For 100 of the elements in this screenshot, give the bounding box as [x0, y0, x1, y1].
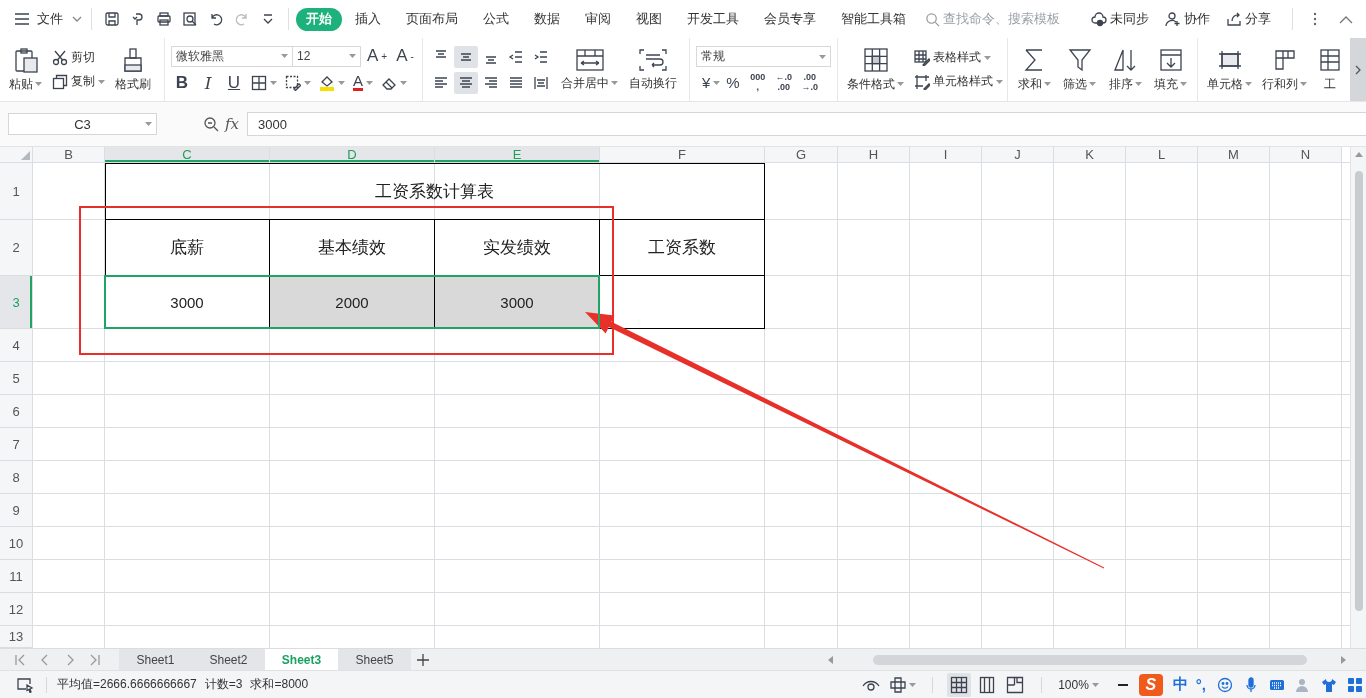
column-header[interactable]: H — [838, 147, 910, 163]
column-header[interactable]: M — [1198, 147, 1270, 163]
sheet-tab[interactable]: Sheet1 — [119, 649, 192, 670]
punctuation-mode[interactable]: °, — [1195, 676, 1206, 693]
format-painter-button[interactable]: 格式刷 — [112, 46, 154, 93]
scroll-thumb[interactable] — [1354, 171, 1363, 611]
align-center-button[interactable] — [454, 71, 478, 94]
zoom-level-button[interactable]: 100% — [1056, 676, 1101, 693]
row-header[interactable]: 2 — [0, 220, 33, 276]
collaborate-button[interactable]: 协作 — [1163, 9, 1212, 29]
shirt-icon[interactable] — [1321, 676, 1337, 693]
filter-button[interactable]: 筛选 — [1060, 46, 1100, 93]
ribbon-tab[interactable]: 公式 — [471, 7, 521, 31]
cell-grid[interactable]: B C D E F G H I J K L M N 1 2 3 4 5 6 7 8 9 10 11 12 13 工资系数计算表 底薪 基本绩效 实发绩效 工资系数 3000 2000 3000 — [0, 147, 1350, 648]
percent-button[interactable]: % — [724, 73, 742, 92]
underline-button[interactable]: U — [223, 71, 245, 94]
currency-button[interactable]: ¥ — [700, 73, 723, 92]
row-header[interactable]: 7 — [0, 428, 33, 461]
align-middle-button[interactable] — [454, 45, 478, 68]
row-header[interactable]: 12 — [0, 593, 33, 626]
column-header[interactable]: G — [765, 147, 838, 163]
function-label[interactable]: fx — [225, 115, 239, 133]
number-format-field[interactable]: 常规 — [696, 46, 831, 67]
font-size-field[interactable]: 12 — [292, 45, 361, 67]
scroll-left-icon[interactable] — [828, 655, 833, 664]
thousands-button[interactable]: 000 , — [745, 72, 770, 93]
row-header[interactable]: 1 — [0, 163, 33, 220]
sum-button[interactable]: 求和 — [1014, 46, 1054, 93]
ribbon-tab[interactable]: 数据 — [522, 7, 572, 31]
ribbon-tab[interactable]: 智能工具箱 — [829, 7, 918, 31]
column-header[interactable]: L — [1126, 147, 1198, 163]
print-icon[interactable] — [156, 11, 172, 27]
ribbon-tab[interactable]: 开发工具 — [675, 7, 751, 31]
row-header[interactable]: 6 — [0, 395, 33, 428]
scroll-right-icon[interactable] — [1341, 655, 1346, 664]
font-color-button[interactable]: A — [351, 73, 375, 92]
share-button[interactable]: 分享 — [1224, 9, 1273, 29]
row-header[interactable]: 8 — [0, 461, 33, 494]
more-icon[interactable] — [1312, 11, 1318, 27]
sheet-tab[interactable]: Sheet2 — [192, 649, 265, 670]
normal-view-button[interactable] — [947, 672, 972, 697]
cell-style-button[interactable]: 单元格样式 — [912, 72, 1005, 91]
ime-mode[interactable]: 中 — [1172, 675, 1188, 694]
name-box[interactable]: C3 — [8, 113, 157, 135]
vertical-scrollbar[interactable] — [1350, 147, 1366, 648]
last-sheet-icon[interactable] — [89, 653, 101, 666]
scroll-thumb[interactable] — [873, 654, 1307, 665]
copy-button[interactable]: 复制 — [50, 72, 107, 91]
paste-button[interactable]: 粘贴 — [6, 46, 45, 93]
column-header[interactable]: F — [600, 147, 765, 163]
row-header[interactable]: 13 — [0, 626, 33, 648]
sort-button[interactable]: 排序 — [1105, 46, 1145, 93]
smiley-icon[interactable] — [1217, 676, 1233, 693]
menu-icon[interactable] — [14, 12, 30, 26]
sheet-tab[interactable]: Sheet5 — [338, 649, 411, 670]
grid-menu-icon[interactable] — [1347, 676, 1363, 693]
column-header[interactable]: N — [1270, 147, 1342, 163]
row-header[interactable]: 5 — [0, 362, 33, 395]
column-header[interactable]: J — [982, 147, 1054, 163]
search-field[interactable]: 查找命令、搜索模板 — [943, 12, 1063, 26]
scroll-up-icon[interactable] — [1354, 152, 1363, 157]
ribbon-tab[interactable]: 审阅 — [573, 7, 623, 31]
wrap-text-button[interactable]: 自动换行 — [626, 47, 680, 92]
rows-columns-button[interactable]: 行和列 — [1259, 46, 1310, 93]
table-style-button[interactable]: 表格样式 — [912, 48, 1005, 67]
conditional-format-button[interactable]: 条件格式 — [844, 46, 907, 93]
bold-button[interactable]: B — [171, 71, 193, 94]
first-sheet-icon[interactable] — [14, 653, 26, 666]
italic-button[interactable]: I — [197, 71, 219, 94]
screen-cursor-icon[interactable] — [16, 676, 34, 693]
column-header[interactable]: B — [33, 147, 105, 163]
ribbon-tab[interactable]: 视图 — [624, 7, 674, 31]
file-menu[interactable]: 文件 — [35, 9, 84, 29]
column-header[interactable]: I — [910, 147, 982, 163]
worksheet-button[interactable]: 工 — [1314, 46, 1346, 93]
ribbon-tab[interactable]: 插入 — [343, 7, 393, 31]
font-name-field[interactable]: 微软雅黑 — [171, 45, 293, 67]
increase-decimal-button[interactable]: .00 →.0 — [797, 72, 822, 93]
fill-button[interactable]: 填充 — [1151, 46, 1191, 93]
cell-button[interactable]: 单元格 — [1204, 46, 1255, 93]
command-icon[interactable] — [130, 11, 146, 27]
undo-icon[interactable] — [208, 11, 224, 27]
crosshair-button[interactable] — [888, 675, 919, 694]
sync-button[interactable]: 未同步 — [1089, 9, 1151, 29]
pattern-button[interactable] — [283, 73, 313, 92]
collapse-icon[interactable] — [1338, 14, 1354, 24]
microphone-icon[interactable] — [1243, 676, 1259, 693]
row-header[interactable]: 11 — [0, 560, 33, 593]
decrease-decimal-button[interactable]: ←.0 .00 — [771, 72, 796, 93]
borders-button[interactable] — [249, 73, 279, 92]
merge-center-button[interactable]: 合并居中 — [558, 47, 621, 92]
formula-field[interactable]: 3000 — [247, 112, 1366, 136]
row-header[interactable]: 10 — [0, 527, 33, 560]
add-sheet-icon[interactable] — [417, 653, 429, 666]
zoom-icon[interactable] — [203, 116, 219, 132]
row-header[interactable]: 9 — [0, 494, 33, 527]
preview-icon[interactable] — [182, 11, 198, 27]
ribbon-tab[interactable]: 会员专享 — [752, 7, 828, 31]
save-icon[interactable] — [104, 11, 120, 27]
cut-button[interactable]: 剪切 — [50, 48, 107, 67]
